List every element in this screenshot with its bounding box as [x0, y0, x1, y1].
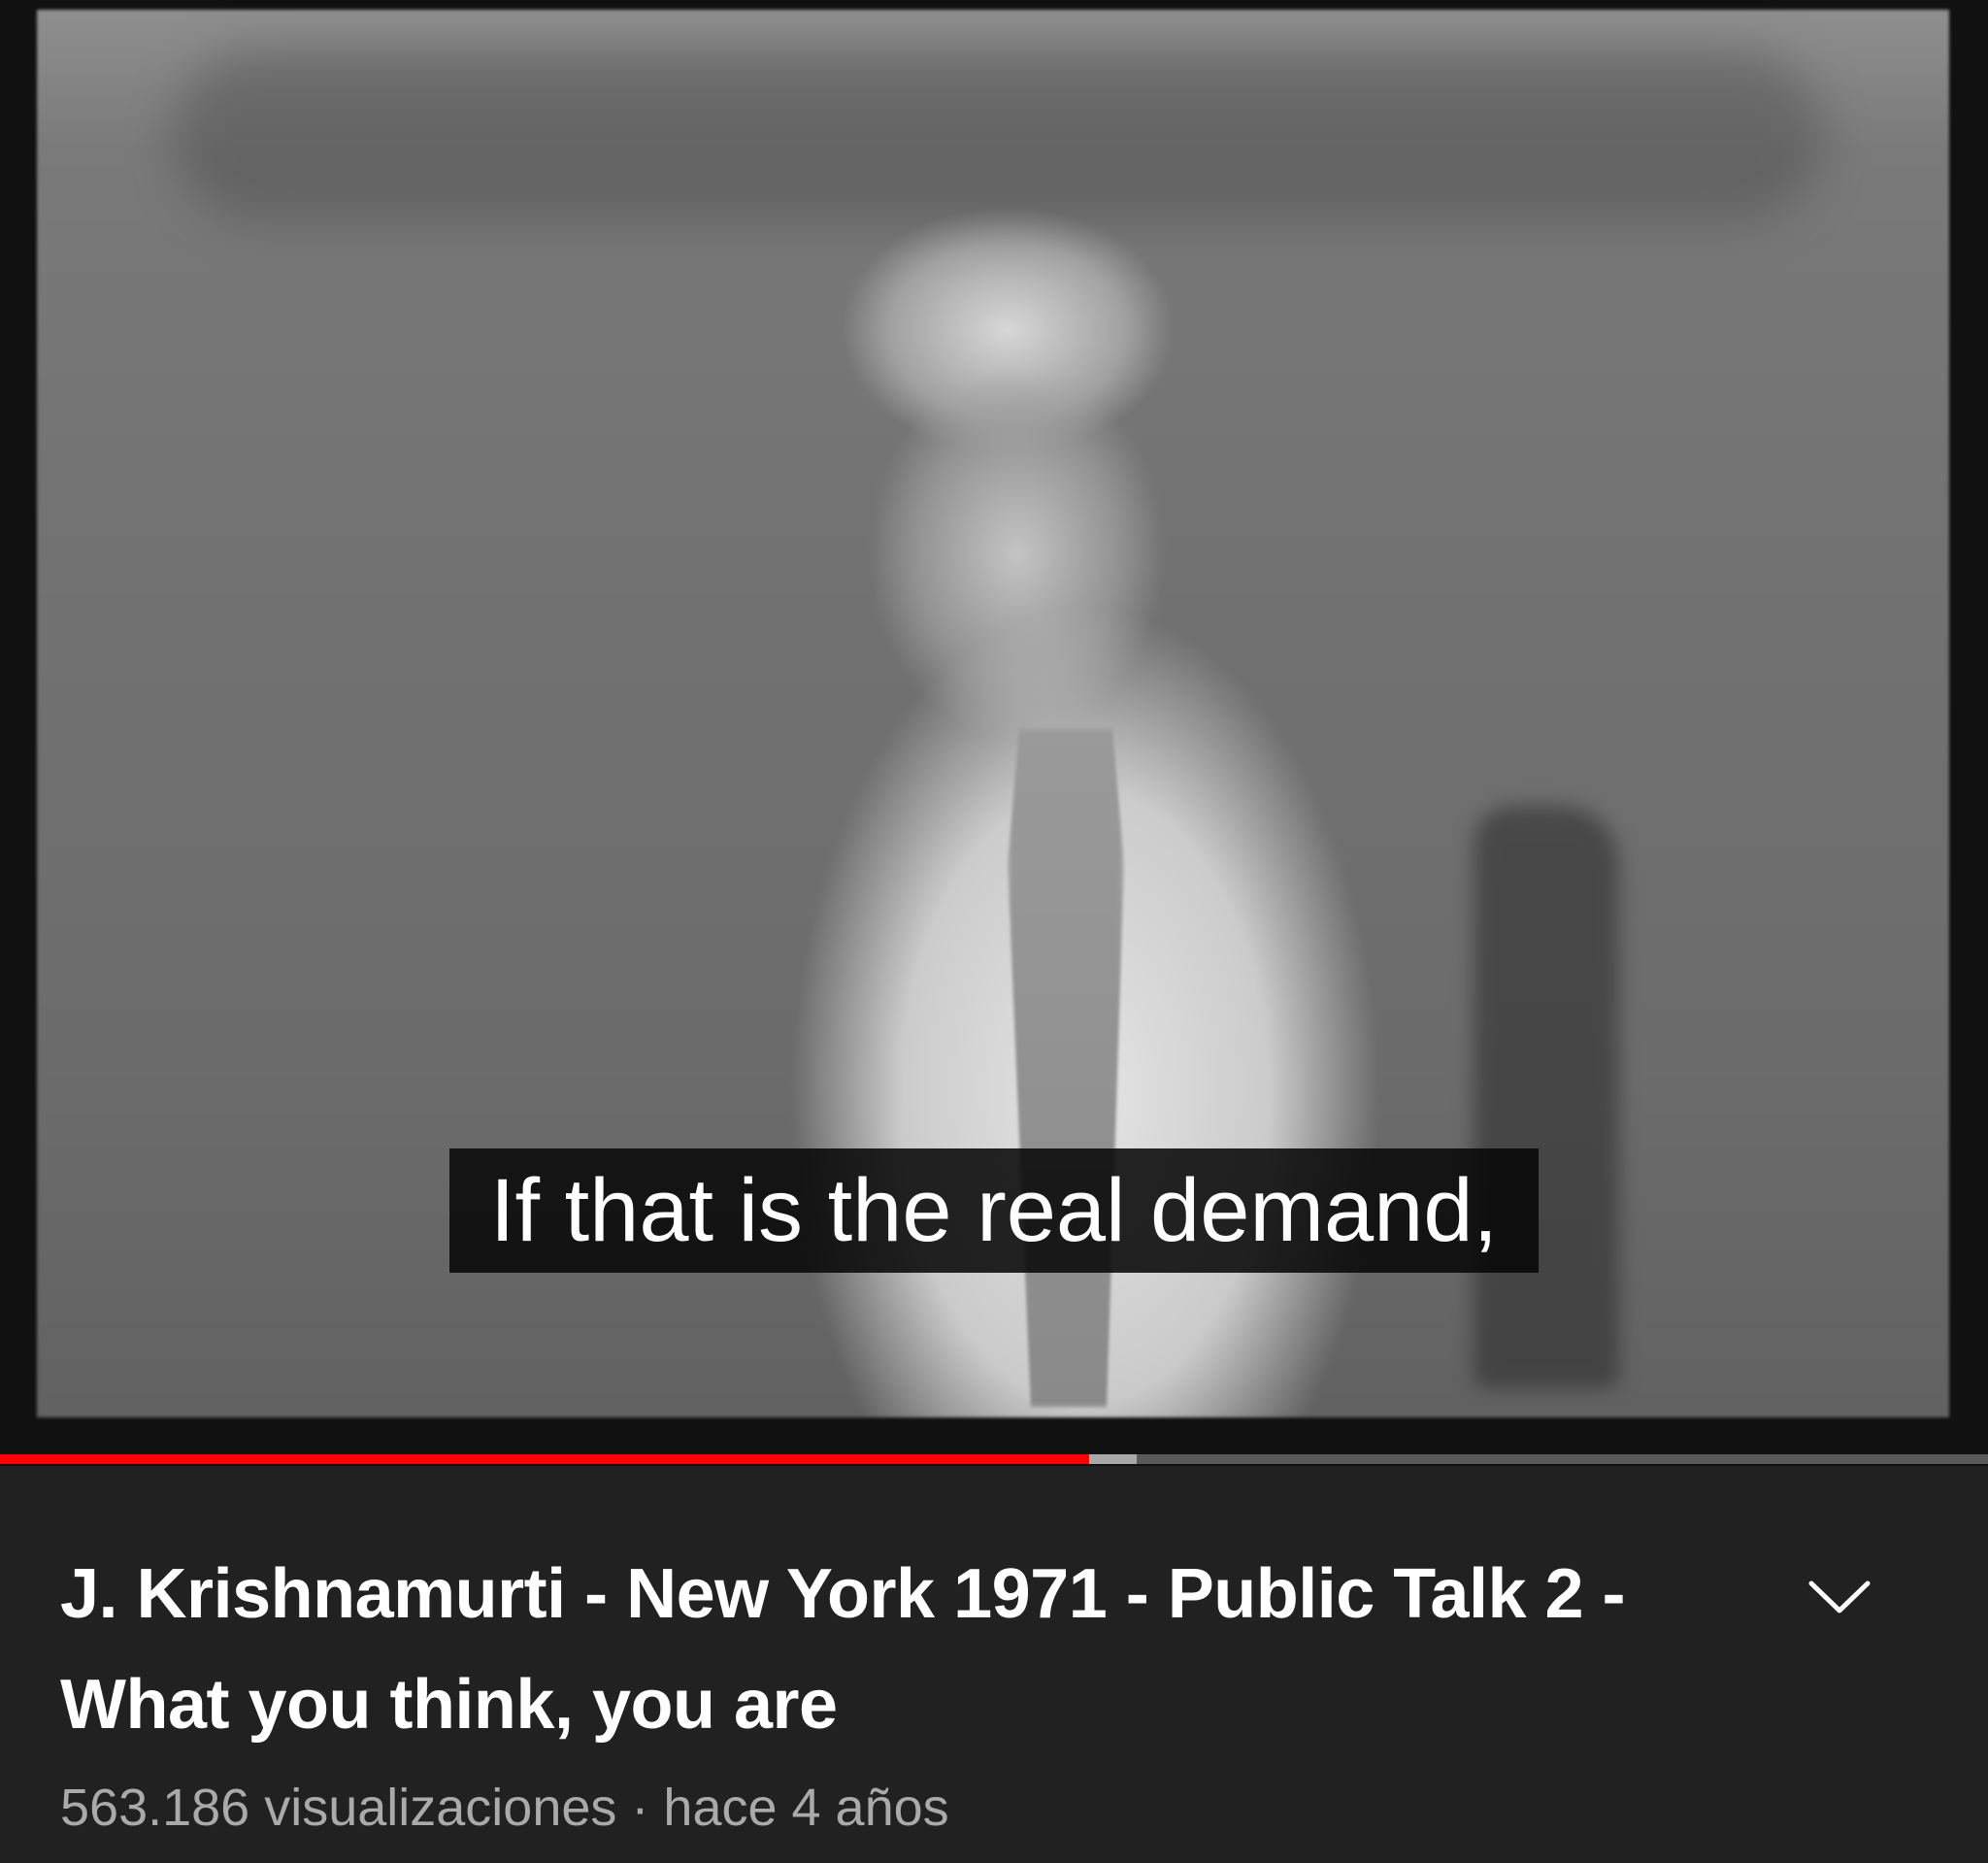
- video-chair: [1474, 806, 1619, 1388]
- video-metadata: 563.186 visualizaciones · hace 4 años: [60, 1777, 949, 1840]
- meta-separator: ·: [631, 1779, 649, 1837]
- video-title-line-1: J. Krishnamurti - New York 1971 - Public…: [60, 1555, 1626, 1633]
- caption-text: If that is the real demand,: [489, 1161, 1499, 1260]
- upload-age: hace 4 años: [663, 1779, 949, 1837]
- view-count: 563.186 visualizaciones: [60, 1779, 617, 1837]
- expand-description-button[interactable]: [1796, 1553, 1883, 1641]
- video-info-panel: J. Krishnamurti - New York 1971 - Public…: [0, 1466, 1988, 1863]
- video-title[interactable]: J. Krishnamurti - New York 1971 - Public…: [60, 1539, 1769, 1760]
- caption-box: If that is the real demand,: [449, 1148, 1539, 1273]
- video-background-band: [173, 49, 1823, 223]
- progress-played: [0, 1454, 1090, 1464]
- video-player[interactable]: If that is the real demand,: [0, 0, 1988, 1466]
- chevron-down-icon: [1808, 1580, 1871, 1613]
- progress-bar[interactable]: [0, 1454, 1988, 1464]
- video-title-line-2: What you think, you are: [60, 1666, 838, 1744]
- video-tie: [1008, 728, 1124, 1408]
